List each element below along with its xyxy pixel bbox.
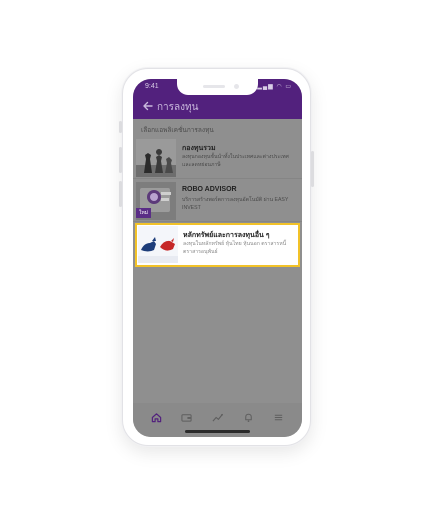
nav-menu[interactable] xyxy=(271,409,287,425)
item-title: ROBO ADVISOR xyxy=(182,186,237,193)
phone-frame: 9:41 ▂▄▆ ◠ ▭ การลงทุน เลือกแอพลิเคชั่นกา… xyxy=(119,68,314,446)
item-description: ลงทุนกองทุนชั้นนำทั้งในประเทศและต่างประเ… xyxy=(182,154,289,168)
nav-home[interactable] xyxy=(148,409,164,425)
wallet-icon xyxy=(181,413,192,422)
page-title: การลงทุน xyxy=(157,102,199,113)
phone-power-button xyxy=(311,151,314,187)
nav-investment[interactable] xyxy=(209,409,225,425)
new-badge: ใหม่ xyxy=(136,208,152,218)
section-label: เลือกแอพลิเคชั่นการลงทุน xyxy=(141,127,214,134)
home-icon xyxy=(151,412,162,422)
bell-icon xyxy=(244,413,252,422)
list-item-mutual-funds[interactable]: กองทุนรวม ลงทุนกองทุนชั้นนำทั้งในประเทศแ… xyxy=(133,137,302,179)
nav-wallet[interactable] xyxy=(179,409,195,425)
speaker xyxy=(203,85,225,88)
back-arrow-icon[interactable] xyxy=(141,99,155,113)
chess-icon xyxy=(136,139,176,177)
item-description: บริการสร้างพอร์ตการลงทุนอัตโนมัติ ผ่าน E… xyxy=(182,197,289,211)
phone-notch xyxy=(177,79,258,95)
item-description: ลงทุนในหลักทรัพย์ หุ้นไทย หุ้นนอก ตราสาร… xyxy=(183,241,287,255)
bull-bear-icon xyxy=(138,226,178,263)
phone-volume-down xyxy=(119,181,122,207)
home-indicator xyxy=(185,430,250,433)
phone-side-button xyxy=(119,121,122,133)
chart-icon xyxy=(212,413,223,422)
camera xyxy=(234,84,239,89)
menu-icon xyxy=(275,414,283,420)
list-item-robo-advisor[interactable]: ใหม่ ROBO ADVISOR บริการสร้างพอร์ตการลงท… xyxy=(133,180,302,222)
robo-icon: ใหม่ xyxy=(136,182,176,220)
nav-notifications[interactable] xyxy=(240,409,256,425)
app-screen: 9:41 ▂▄▆ ◠ ▭ การลงทุน เลือกแอพลิเคชั่นกา… xyxy=(133,79,302,437)
list-item-securities-highlighted[interactable]: หลักทรัพย์และการลงทุนอื่น ๆ ลงทุนในหลักท… xyxy=(135,223,300,267)
status-icons: ▂▄▆ ◠ ▭ xyxy=(257,84,292,90)
phone-volume-up xyxy=(119,147,122,173)
status-time: 9:41 xyxy=(145,83,159,90)
